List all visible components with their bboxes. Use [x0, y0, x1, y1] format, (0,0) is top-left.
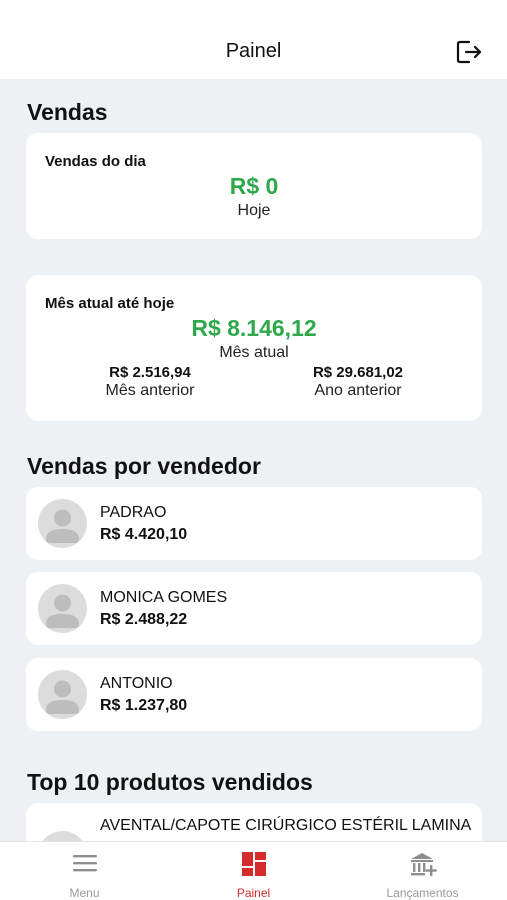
- bottom-tab-bar: Menu Painel Lançamentos: [0, 841, 507, 900]
- sales-day-label: Vendas do dia: [45, 153, 146, 170]
- sales-month-value: R$ 8.146,12: [191, 315, 317, 341]
- logout-button[interactable]: [455, 39, 483, 65]
- seller-item[interactable]: ANTONIO R$ 1.237,80: [26, 658, 482, 731]
- tab-menu-label: Menu: [69, 886, 100, 900]
- section-title-vendas: Vendas: [27, 99, 108, 125]
- sales-day-value: R$ 0: [229, 173, 279, 199]
- sales-month-card: Mês atual até hoje R$ 8.146,12 Mês atual…: [26, 275, 482, 421]
- prev-year-block: R$ 29.681,02 Ano anterior: [258, 364, 458, 400]
- page-title: Painel: [225, 40, 282, 62]
- tab-lancamentos-label: Lançamentos: [386, 886, 459, 900]
- top-bar: Painel: [0, 0, 507, 79]
- seller-item[interactable]: PADRAO R$ 4.420,10: [26, 487, 482, 560]
- prev-year-value: R$ 29.681,02: [312, 364, 404, 381]
- menu-icon: [71, 851, 99, 880]
- sales-day-card: Vendas do dia R$ 0 Hoje: [26, 133, 482, 239]
- bank-add-icon: [408, 851, 438, 884]
- section-title-top-produtos: Top 10 produtos vendidos: [27, 769, 313, 795]
- product-image-icon: [38, 831, 87, 841]
- dashboard-icon: [241, 851, 267, 882]
- prev-month-block: R$ 2.516,94 Mês anterior: [50, 364, 250, 400]
- prev-month-value: R$ 2.516,94: [109, 364, 191, 381]
- product-name: AVENTAL/CAPOTE CIRÚRGICO ESTÉRIL LAMINA: [100, 817, 472, 834]
- seller-name: MONICA GOMES: [100, 589, 228, 606]
- tab-lancamentos[interactable]: Lançamentos: [338, 842, 507, 900]
- avatar: [38, 584, 87, 633]
- avatar: [38, 499, 87, 548]
- seller-name: PADRAO: [100, 504, 167, 521]
- seller-item[interactable]: MONICA GOMES R$ 2.488,22: [26, 572, 482, 645]
- sales-month-caption: Mês atual: [219, 344, 289, 361]
- avatar: [38, 831, 87, 841]
- tab-painel[interactable]: Painel: [169, 842, 338, 900]
- seller-value: R$ 2.488,22: [100, 611, 188, 628]
- sales-day-caption: Hoje: [237, 202, 271, 219]
- dashboard-content[interactable]: Vendas Vendas do dia R$ 0 Hoje Mês atual…: [0, 79, 507, 841]
- user-avatar-icon: [46, 680, 79, 714]
- section-title-vendedores: Vendas por vendedor: [27, 453, 261, 479]
- logout-icon: [456, 40, 482, 64]
- prev-month-label: Mês anterior: [105, 382, 195, 399]
- product-item[interactable]: AVENTAL/CAPOTE CIRÚRGICO ESTÉRIL LAMINA: [26, 803, 482, 841]
- user-avatar-icon: [46, 509, 79, 543]
- tab-painel-label: Painel: [236, 886, 271, 900]
- tab-menu[interactable]: Menu: [0, 842, 169, 900]
- sales-month-label: Mês atual até hoje: [45, 295, 175, 312]
- seller-value: R$ 1.237,80: [100, 697, 188, 714]
- prev-year-label: Ano anterior: [314, 382, 402, 399]
- avatar: [38, 670, 87, 719]
- user-avatar-icon: [46, 594, 79, 628]
- seller-name: ANTONIO: [100, 675, 173, 692]
- seller-value: R$ 4.420,10: [100, 526, 188, 543]
